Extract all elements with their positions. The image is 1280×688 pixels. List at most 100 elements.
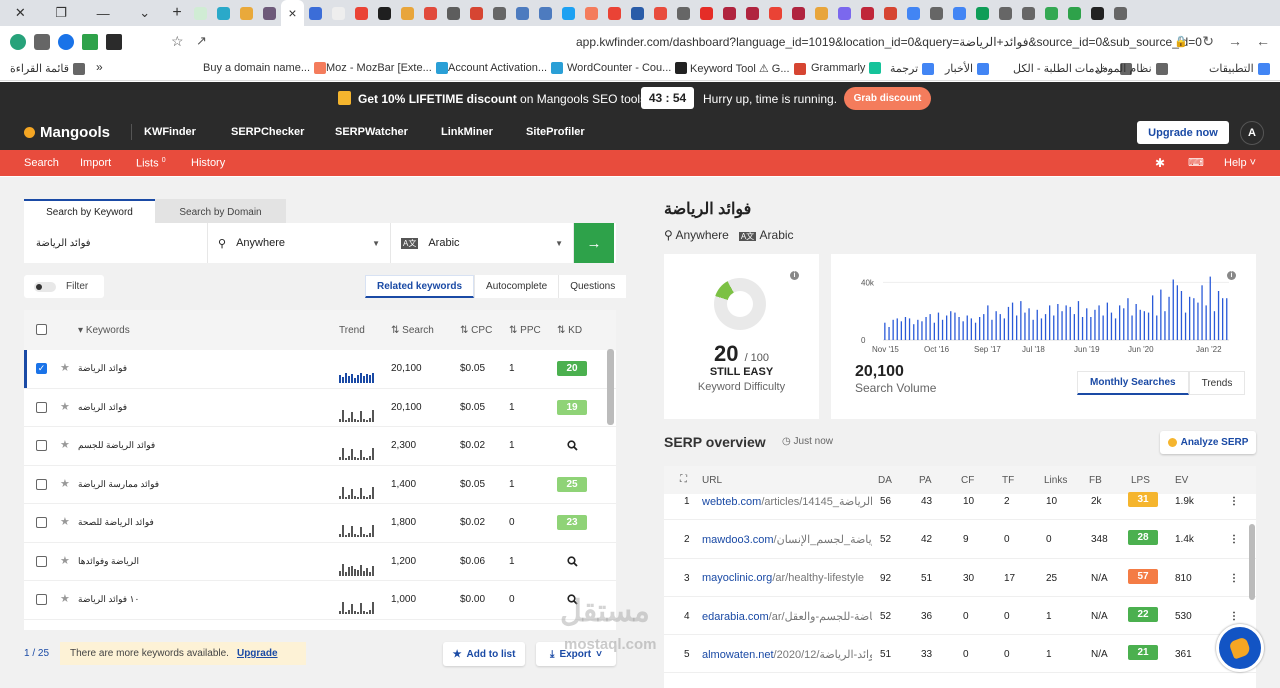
serp-row[interactable]: 2 mawdoo3.com/فوائد_الرياضة_لجسم_الإنسان 5… (664, 520, 1256, 559)
browser-tab[interactable] (212, 0, 235, 26)
star-icon[interactable]: ★ (60, 515, 70, 528)
subnav-lists[interactable]: Lists 0 (136, 157, 166, 170)
subnav-import[interactable]: Import (80, 157, 111, 169)
settings-gear-icon[interactable]: ✱ (1155, 156, 1165, 170)
browser-tab[interactable] (442, 0, 465, 26)
row-checkbox[interactable]: ✓ (36, 363, 47, 374)
browser-tab[interactable] (902, 0, 925, 26)
star-icon[interactable]: ★ (60, 477, 70, 490)
star-icon[interactable]: ★ (60, 554, 70, 567)
table-row[interactable]: ★ فوائد ممارسة الرياضة 1,400 $0.05 1 25 (24, 466, 616, 504)
url-cell[interactable]: webteb.com/articles/14145_فوائد-الرياضة (702, 495, 872, 508)
serp-row[interactable]: 5 almowaten.net/2020/12/فوائد-الرياضة 51 33… (664, 635, 1256, 674)
keyword-cell[interactable]: فوائد ممارسة الرياضة (78, 479, 159, 490)
nav-kwfinder[interactable]: KWFinder (144, 126, 196, 157)
star-icon[interactable]: ★ (60, 400, 70, 413)
more-options-icon[interactable]: ⋮ (1229, 573, 1239, 584)
browser-tab[interactable] (419, 0, 442, 26)
filter-toggle[interactable]: Filter (24, 275, 104, 298)
upgrade-link[interactable]: Upgrade (237, 648, 278, 659)
browser-tab[interactable] (603, 0, 626, 26)
search-icon[interactable] (557, 438, 587, 453)
serp-row[interactable]: 4 edarabia.com/ar/فوائد-الرياضة-للجسم-وال… (664, 597, 1256, 636)
table-row[interactable]: ★ ١٠ فوائد الرياضة 1,000 $0.00 0 (24, 581, 616, 620)
url-cell[interactable]: edarabia.com/ar/فوائد-الرياضة-للجسم-والع… (702, 610, 872, 623)
browser-tab[interactable] (396, 0, 419, 26)
chat-widget-button[interactable] (1216, 624, 1264, 672)
browser-tab[interactable] (1086, 0, 1109, 26)
header-trend[interactable]: Trend (339, 325, 365, 336)
browser-tab[interactable] (994, 0, 1017, 26)
minimize-window-icon[interactable]: — (97, 6, 110, 21)
search-go-button[interactable]: → (574, 223, 614, 263)
more-bookmarks-icon[interactable]: » (96, 60, 103, 74)
search-icon[interactable] (557, 554, 587, 569)
header-search[interactable]: ⇅ Search (391, 325, 434, 336)
info-icon[interactable]: i (790, 271, 799, 280)
star-icon[interactable]: ★ (60, 592, 70, 605)
upgrade-now-button[interactable]: Upgrade now (1137, 121, 1229, 144)
header-keywords[interactable]: ▾ Keywords (78, 325, 130, 336)
keyword-cell[interactable]: فوائد الرياضه (78, 402, 127, 413)
tab-monthly-searches[interactable]: Monthly Searches (1077, 371, 1189, 395)
browser-tab[interactable] (810, 0, 833, 26)
browser-tab[interactable] (741, 0, 764, 26)
back-icon[interactable]: ← (1256, 33, 1270, 50)
row-checkbox[interactable] (36, 401, 47, 413)
keyword-input[interactable]: فوائد الرياضة (24, 223, 208, 263)
tab-questions[interactable]: Questions (558, 275, 626, 298)
browser-tab[interactable] (879, 0, 902, 26)
tab-related-keywords[interactable]: Related keywords (365, 275, 475, 298)
table-row[interactable]: ★ فوائد الرياضه 20,100 $0.05 1 19 (24, 389, 616, 427)
more-options-icon[interactable]: ⋮ (1229, 611, 1239, 622)
browser-tab[interactable] (948, 0, 971, 26)
more-options-icon[interactable]: ⋮ (1229, 534, 1239, 545)
browser-tab[interactable] (649, 0, 672, 26)
browser-tab[interactable] (718, 0, 741, 26)
browser-tab[interactable] (672, 0, 695, 26)
browser-tab[interactable] (258, 0, 281, 26)
browser-tab[interactable] (557, 0, 580, 26)
browser-tab[interactable] (787, 0, 810, 26)
bookmark-item[interactable]: Account Activation... (448, 62, 564, 74)
browser-tab-active[interactable]: × (281, 0, 304, 26)
table-row[interactable]: ★ فوائد الرياضة للصحة 1,800 $0.02 0 23 (24, 504, 616, 543)
browser-tab[interactable] (511, 0, 534, 26)
table-row[interactable]: ★ فوائد الرياضة للجسم 2,300 $0.02 1 (24, 427, 616, 466)
row-checkbox[interactable] (36, 517, 47, 528)
bookmark-item[interactable]: Buy a domain name... (203, 62, 327, 74)
url-cell[interactable]: mawdoo3.com/فوائد_الرياضة_لجسم_الإنسان (702, 533, 872, 546)
serp-row[interactable]: 3 mayoclinic.org/ar/healthy-lifestyle 92 51… (664, 559, 1256, 597)
browser-tab[interactable] (1040, 0, 1063, 26)
browser-tab[interactable] (327, 0, 350, 26)
bookmark-star-icon[interactable]: ☆ (171, 33, 184, 50)
header-ppc[interactable]: ⇅ PPC (509, 325, 541, 336)
analyze-serp-button[interactable]: Analyze SERP (1160, 431, 1256, 454)
nav-siteprofiler[interactable]: SiteProfiler (526, 126, 585, 138)
star-icon[interactable]: ★ (60, 361, 70, 374)
bookmark-item[interactable]: نظام المودل (1095, 62, 1168, 75)
browser-tab[interactable] (304, 0, 327, 26)
extension-icon[interactable] (10, 34, 26, 50)
nav-linkminer[interactable]: LinkMiner (441, 126, 493, 138)
browser-tab[interactable] (764, 0, 787, 26)
puzzle-icon[interactable] (34, 34, 50, 50)
mangools-logo[interactable]: Mangools (24, 124, 110, 141)
url-cell[interactable]: mayoclinic.org/ar/healthy-lifestyle (702, 572, 872, 584)
bookmark-item[interactable]: WordCounter - Cou... (567, 62, 688, 74)
keyword-cell[interactable]: ١٠ فوائد الرياضة (78, 594, 139, 605)
lock-icon[interactable]: 🔒 (1174, 35, 1188, 48)
bookmark-item[interactable]: التطبيقات (1209, 62, 1270, 75)
browser-tab[interactable] (465, 0, 488, 26)
row-checkbox[interactable] (36, 440, 47, 451)
extension-icon[interactable] (58, 34, 74, 50)
browser-tab[interactable] (695, 0, 718, 26)
row-checkbox[interactable] (36, 555, 47, 567)
row-checkbox[interactable] (36, 594, 47, 605)
browser-tab[interactable] (373, 0, 396, 26)
forward-icon[interactable]: → (1228, 33, 1242, 50)
browser-tab[interactable] (350, 0, 373, 26)
row-checkbox[interactable] (36, 478, 47, 490)
browser-tab[interactable] (1063, 0, 1086, 26)
more-options-icon[interactable]: ⋮ (1229, 496, 1239, 507)
